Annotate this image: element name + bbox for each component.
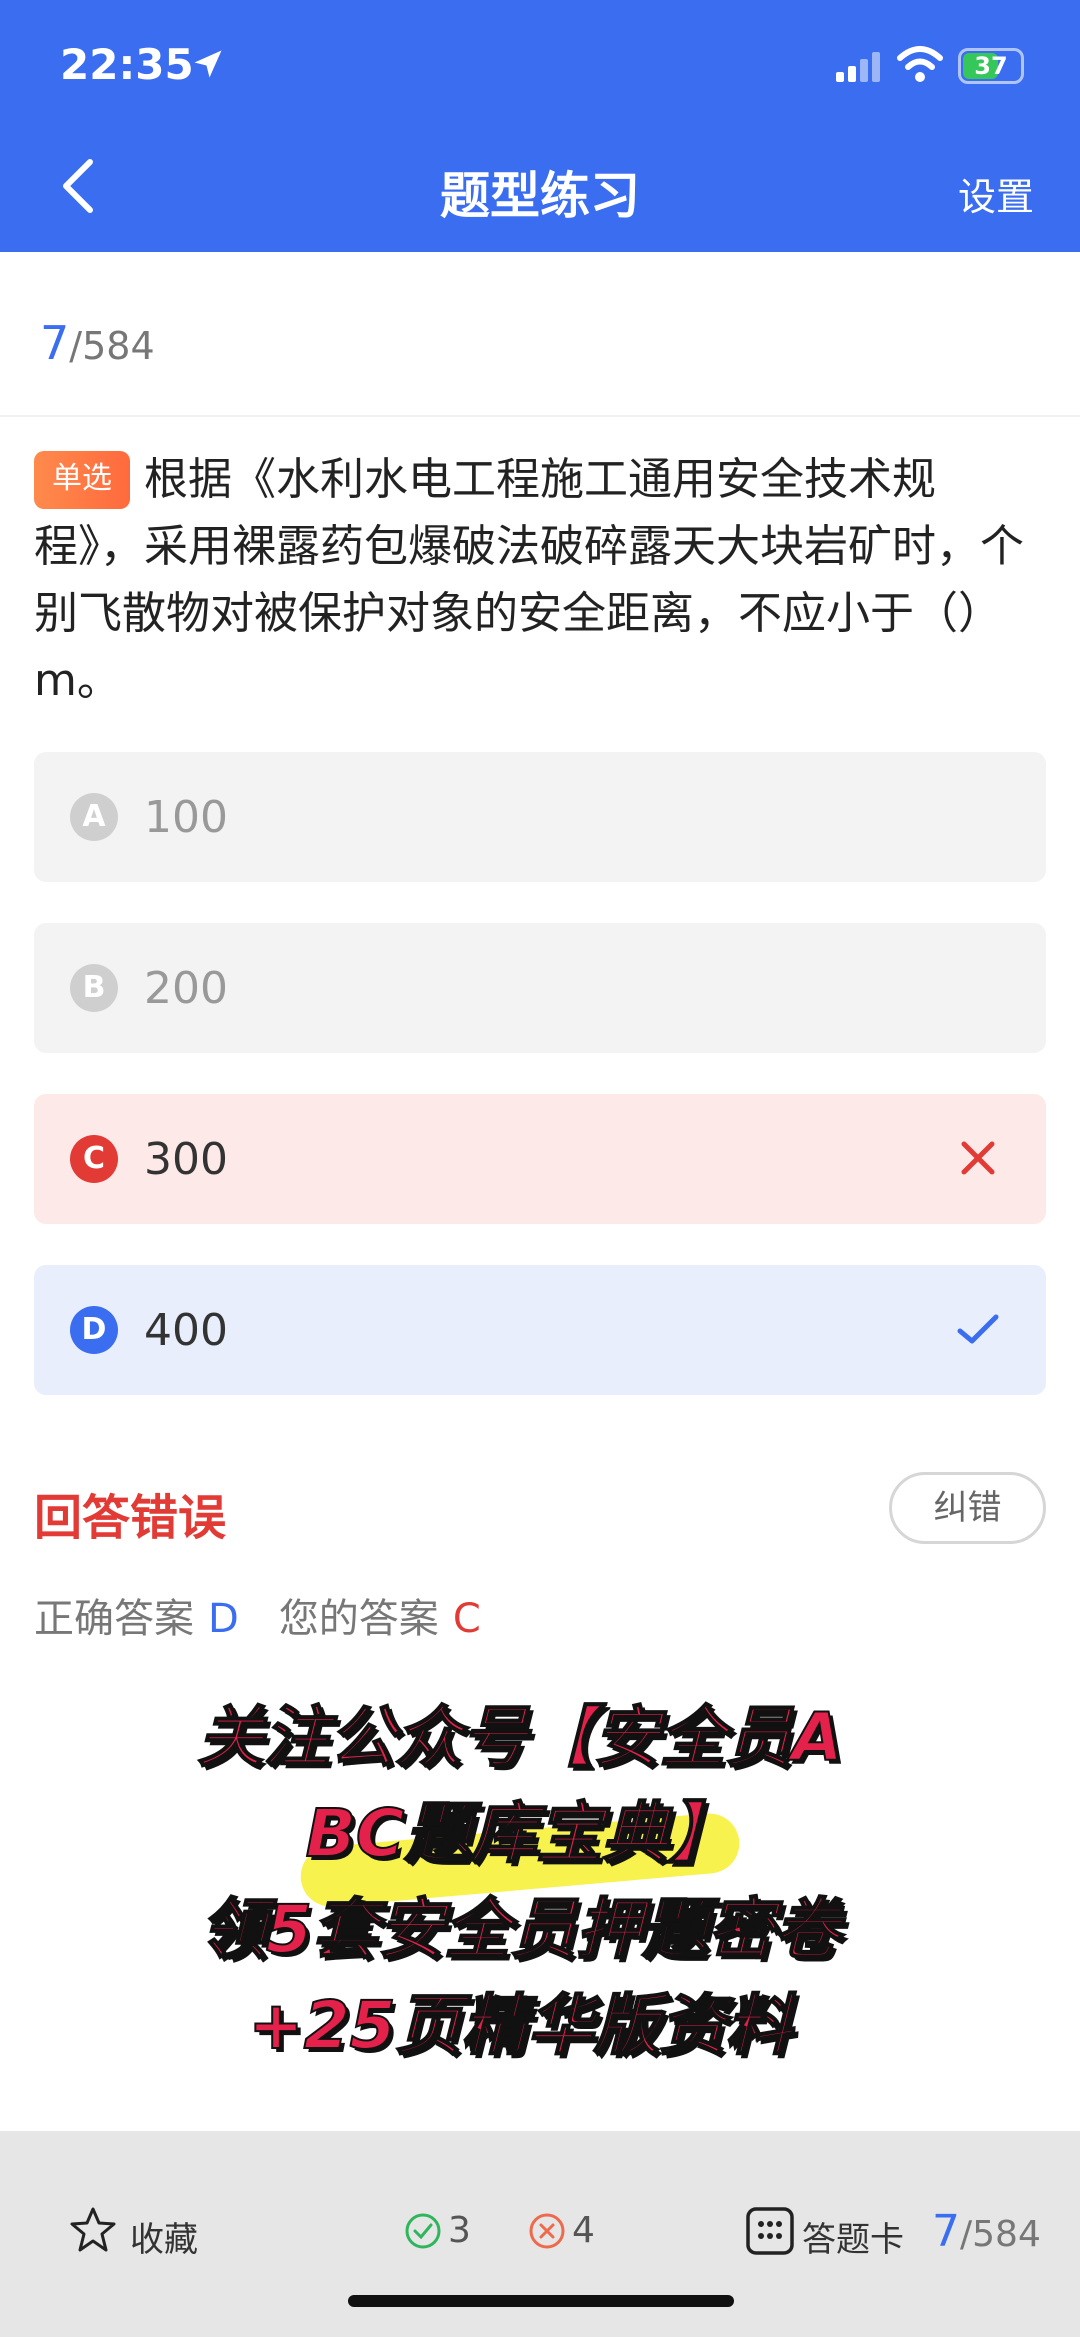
- promo-line: +25页精华版资料: [247, 1986, 792, 2065]
- location-icon: [194, 50, 222, 78]
- bottom-progress: 7/584: [932, 2206, 1041, 2257]
- correct-answer-label: 正确答案: [34, 1596, 194, 1642]
- question-stem: 单选 根据《水利水电工程施工通用安全技术规程》，采用裸露药包爆破法破碎露天大块岩矿…: [34, 446, 1044, 714]
- option-letter: B: [70, 964, 118, 1012]
- correct-count-icon: [405, 2213, 441, 2249]
- promo-text: 关注公众号【安全员A BC题库宝典】 领5套安全员押题密卷 +25页精华版资料: [130, 1690, 910, 2074]
- result-title: 回答错误: [34, 1490, 227, 1546]
- option-text: 200: [144, 963, 228, 1014]
- option-text: 400: [144, 1305, 228, 1356]
- home-indicator: [348, 2295, 734, 2307]
- option-b[interactable]: B 200: [34, 923, 1046, 1053]
- favorite-button[interactable]: 收藏: [130, 2212, 198, 2261]
- wifi-icon: [897, 46, 943, 82]
- header: 22:35 37 题型练习 设置: [0, 0, 1080, 252]
- correct-count: 3: [448, 2210, 471, 2251]
- bottom-progress-total: /584: [960, 2214, 1041, 2255]
- signal-icon: [836, 52, 880, 82]
- check-icon: [957, 1314, 999, 1344]
- option-text: 300: [144, 1134, 228, 1185]
- progress-total: /584: [69, 324, 155, 368]
- option-d[interactable]: D 400: [34, 1265, 1046, 1395]
- option-text: 100: [144, 792, 228, 843]
- answer-card-button[interactable]: 答题卡: [802, 2212, 904, 2261]
- bottom-progress-current: 7: [932, 2206, 960, 2257]
- battery-level: 37: [974, 52, 1008, 80]
- wrong-count: 4: [572, 2210, 595, 2251]
- my-answer-label: 您的答案: [278, 1596, 439, 1642]
- promo-line: BC题库宝典】: [305, 1794, 736, 1873]
- answer-card-icon[interactable]: [745, 2206, 795, 2256]
- question-text: 根据《水利水电工程施工通用安全技术规程》，采用裸露药包爆破法破碎露天大块岩矿时，…: [34, 454, 1024, 706]
- answer-summary: 正确答案 D 您的答案 C: [34, 1586, 481, 1644]
- correct-answer-value: D: [208, 1596, 239, 1642]
- option-c[interactable]: C 300: [34, 1094, 1046, 1224]
- page-title: 题型练习: [440, 167, 640, 225]
- question-type-badge: 单选: [34, 451, 130, 509]
- promo-line: 关注公众号【安全员A: [196, 1698, 843, 1777]
- option-letter: A: [70, 793, 118, 841]
- wrong-icon: [961, 1141, 995, 1175]
- battery-icon: 37: [958, 48, 1024, 84]
- question-progress: 7/584: [40, 316, 155, 370]
- report-error-button[interactable]: 纠错: [889, 1472, 1046, 1544]
- divider: [0, 415, 1080, 417]
- option-letter: D: [70, 1306, 118, 1354]
- my-answer-value: C: [452, 1596, 481, 1642]
- option-a[interactable]: A 100: [34, 752, 1046, 882]
- wrong-count-icon: [529, 2213, 565, 2249]
- settings-button[interactable]: 设置: [958, 166, 1034, 221]
- status-time: 22:35: [60, 40, 194, 89]
- star-icon[interactable]: [68, 2205, 118, 2255]
- option-letter: C: [70, 1135, 118, 1183]
- promo-line: 领5套安全员押题密卷: [199, 1890, 841, 1969]
- progress-current: 7: [40, 316, 70, 370]
